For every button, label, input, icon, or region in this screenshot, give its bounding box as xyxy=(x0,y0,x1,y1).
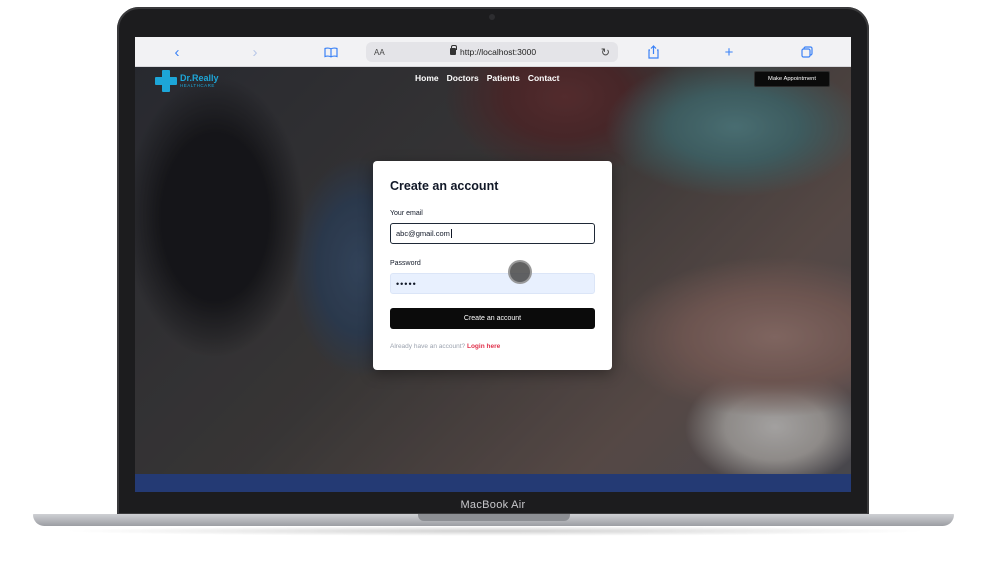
touch-cursor-icon xyxy=(508,260,532,284)
create-account-button[interactable]: Create an account xyxy=(390,308,595,329)
nav-home-link[interactable]: Home xyxy=(415,73,439,83)
logo-subtitle: HEALTHCARE xyxy=(180,83,215,88)
browser-toolbar: ‹ › AA http://localhost:3000 ↻ + xyxy=(135,37,851,67)
laptop-bezel: MacBook Air xyxy=(117,494,869,515)
site-logo[interactable]: Dr.Really HEALTHCARE xyxy=(155,70,219,92)
make-appointment-button[interactable]: Make Appointment xyxy=(754,71,830,87)
plus-icon[interactable]: + xyxy=(719,42,739,62)
site-navbar: Dr.Really HEALTHCARE Home Doctors Patien… xyxy=(135,67,851,93)
chevron-right-icon[interactable]: › xyxy=(245,42,265,62)
stage: ‹ › AA http://localhost:3000 ↻ + Dr.Real… xyxy=(0,0,1000,564)
nav-patients-link[interactable]: Patients xyxy=(487,73,520,83)
website-viewport: Dr.Really HEALTHCARE Home Doctors Patien… xyxy=(135,67,851,492)
tabs-icon[interactable] xyxy=(797,42,817,62)
lock-icon xyxy=(450,45,457,55)
login-prompt-row: Already have an account? Login here xyxy=(390,343,500,350)
laptop-screen: ‹ › AA http://localhost:3000 ↻ + Dr.Real… xyxy=(135,37,851,492)
email-value: abc@gmail.com xyxy=(396,229,450,238)
create-account-modal: Create an account Your email abc@gmail.c… xyxy=(373,161,612,370)
share-icon[interactable] xyxy=(643,42,663,62)
reload-icon[interactable]: ↻ xyxy=(601,46,610,59)
nav-links: Home Doctors Patients Contact xyxy=(415,73,559,83)
laptop-base xyxy=(33,514,954,526)
nav-doctors-link[interactable]: Doctors xyxy=(447,73,479,83)
modal-title: Create an account xyxy=(390,179,499,193)
camera-icon xyxy=(489,14,495,20)
url-text[interactable]: http://localhost:3000 xyxy=(460,47,536,57)
password-label: Password xyxy=(390,260,421,267)
address-bar[interactable]: AA http://localhost:3000 ↻ xyxy=(366,42,618,62)
book-icon[interactable] xyxy=(321,42,341,62)
nav-contact-link[interactable]: Contact xyxy=(528,73,560,83)
laptop-shadow xyxy=(60,526,930,536)
site-footer-band xyxy=(135,474,851,492)
email-label: Your email xyxy=(390,210,423,217)
medical-cross-icon xyxy=(155,70,177,92)
chevron-left-icon[interactable]: ‹ xyxy=(167,42,187,62)
laptop-lid: ‹ › AA http://localhost:3000 ↻ + Dr.Real… xyxy=(117,7,869,515)
password-field[interactable]: ••••• xyxy=(390,273,595,294)
password-value: ••••• xyxy=(396,278,417,289)
device-brand-label: MacBook Air xyxy=(460,498,526,511)
email-field[interactable]: abc@gmail.com xyxy=(390,223,595,244)
logo-name: Dr.Really xyxy=(180,73,219,83)
laptop-opening-notch xyxy=(418,514,570,521)
login-prompt-text: Already have an account? xyxy=(390,343,466,350)
text-caret xyxy=(450,229,452,238)
login-link[interactable]: Login here xyxy=(467,343,500,350)
text-size-button[interactable]: AA xyxy=(374,48,385,57)
